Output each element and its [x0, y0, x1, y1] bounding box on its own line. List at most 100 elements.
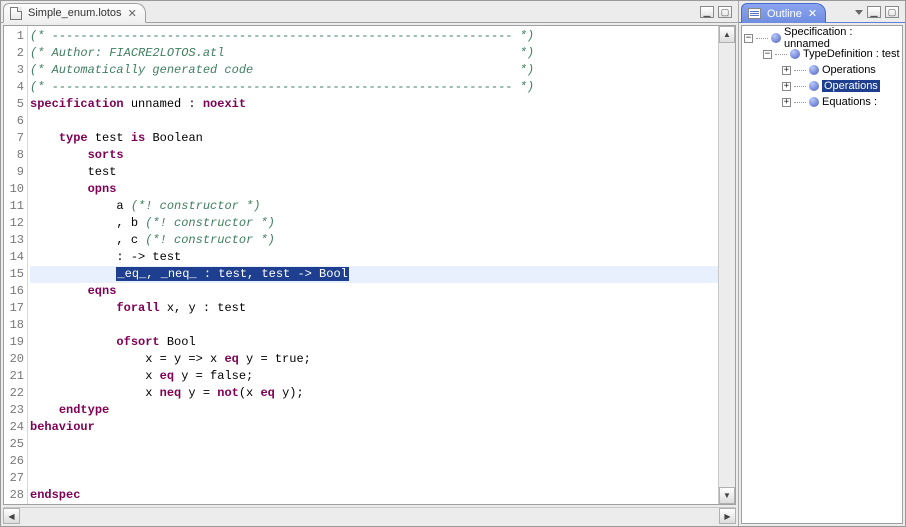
line-number: 18 [4, 317, 24, 334]
close-icon[interactable]: ✕ [128, 7, 137, 20]
line-number: 2 [4, 45, 24, 62]
node-icon [771, 33, 781, 43]
code-line[interactable]: opns [30, 181, 718, 198]
maximize-button[interactable]: ▢ [718, 6, 732, 18]
scroll-right-icon[interactable]: ▶ [719, 508, 736, 524]
code-line[interactable]: , c (*! constructor *) [30, 232, 718, 249]
code-line[interactable]: (* -------------------------------------… [30, 28, 718, 45]
line-number: 3 [4, 62, 24, 79]
code-line[interactable]: behaviour [30, 419, 718, 436]
expand-icon[interactable]: + [782, 66, 791, 75]
code-line[interactable] [30, 453, 718, 470]
line-number: 23 [4, 402, 24, 419]
line-number: 25 [4, 436, 24, 453]
tree-label[interactable]: Operations [822, 64, 876, 76]
line-number: 24 [4, 419, 24, 436]
tree-label[interactable]: TypeDefinition : test [803, 48, 900, 60]
editor-tab-title: Simple_enum.lotos [28, 7, 122, 19]
scroll-down-icon[interactable]: ▼ [719, 487, 735, 504]
editor-body: 1234567891011121314151617181920212223242… [3, 25, 736, 505]
line-number: 5 [4, 96, 24, 113]
collapse-icon[interactable]: − [763, 50, 772, 59]
code-line[interactable]: _eq_, _neq_ : test, test -> Bool [30, 266, 718, 283]
line-number: 26 [4, 453, 24, 470]
code-line[interactable]: specification unnamed : noexit [30, 96, 718, 113]
tree-label[interactable]: Operations [822, 80, 880, 92]
outline-icon [748, 8, 761, 19]
code-line[interactable]: type test is Boolean [30, 130, 718, 147]
outline-tab-bar: Outline ✕ ▁ ▢ [739, 1, 905, 23]
expand-icon[interactable]: + [782, 98, 791, 107]
line-number: 10 [4, 181, 24, 198]
code-line[interactable]: a (*! constructor *) [30, 198, 718, 215]
line-number: 27 [4, 470, 24, 487]
minimize-button[interactable]: ▁ [867, 6, 881, 18]
code-line[interactable]: (* Author: FIACRE2LOTOS.atl *) [30, 45, 718, 62]
code-line[interactable]: , b (*! constructor *) [30, 215, 718, 232]
scroll-track[interactable] [719, 43, 735, 487]
line-number: 1 [4, 28, 24, 45]
code-line[interactable]: ofsort Bool [30, 334, 718, 351]
tree-row[interactable]: + Equations : [744, 94, 900, 110]
code-line[interactable] [30, 317, 718, 334]
code-line[interactable]: (* -------------------------------------… [30, 79, 718, 96]
tree-row[interactable]: + Operations [744, 62, 900, 78]
code-line[interactable] [30, 470, 718, 487]
horizontal-scrollbar[interactable]: ◀ ▶ [3, 507, 736, 524]
tree-row[interactable]: + Operations [744, 78, 900, 94]
scroll-left-icon[interactable]: ◀ [3, 508, 20, 524]
code-line[interactable]: eqns [30, 283, 718, 300]
outline-tab[interactable]: Outline ✕ [741, 3, 826, 23]
line-number: 6 [4, 113, 24, 130]
file-icon [10, 7, 22, 20]
editor-tab-controls: ▁ ▢ [700, 2, 738, 22]
node-icon [809, 81, 819, 91]
line-number: 21 [4, 368, 24, 385]
tree-row[interactable]: −Specification : unnamed [744, 30, 900, 46]
code-line[interactable]: x neq y = not(x eq y); [30, 385, 718, 402]
outline-tree: −Specification : unnamed−TypeDefinition … [741, 25, 903, 524]
line-number: 13 [4, 232, 24, 249]
code-line[interactable]: : -> test [30, 249, 718, 266]
collapse-icon[interactable]: − [744, 34, 753, 43]
line-number: 15 [4, 266, 24, 283]
code-line[interactable]: endspec [30, 487, 718, 504]
node-icon [809, 65, 819, 75]
code-line[interactable]: x = y => x eq y = true; [30, 351, 718, 368]
line-number: 8 [4, 147, 24, 164]
line-number: 16 [4, 283, 24, 300]
tree-label[interactable]: Equations : [822, 96, 877, 108]
maximize-button[interactable]: ▢ [885, 6, 899, 18]
line-number: 9 [4, 164, 24, 181]
code-line[interactable]: x eq y = false; [30, 368, 718, 385]
line-number: 12 [4, 215, 24, 232]
line-number: 19 [4, 334, 24, 351]
code-line[interactable]: endtype [30, 402, 718, 419]
line-number: 17 [4, 300, 24, 317]
code-area[interactable]: (* -------------------------------------… [28, 26, 718, 504]
node-icon [790, 49, 800, 59]
minimize-button[interactable]: ▁ [700, 6, 714, 18]
tree-label[interactable]: Specification : unnamed [784, 26, 900, 50]
close-icon[interactable]: ✕ [808, 7, 817, 20]
outline-tab-title: Outline [767, 8, 802, 20]
tree-row[interactable]: − TypeDefinition : test [744, 46, 900, 62]
outline-pane: Outline ✕ ▁ ▢ −Specification : unnamed−T… [738, 1, 905, 526]
vertical-scrollbar[interactable]: ▲ ▼ [718, 26, 735, 504]
editor-tab-bar: Simple_enum.lotos ✕ ▁ ▢ [1, 1, 738, 23]
scroll-track[interactable] [20, 508, 719, 524]
outline-controls: ▁ ▢ [855, 2, 905, 22]
editor-tab[interactable]: Simple_enum.lotos ✕ [3, 3, 146, 23]
expand-icon[interactable]: + [782, 82, 791, 91]
scroll-up-icon[interactable]: ▲ [719, 26, 735, 43]
code-line[interactable]: sorts [30, 147, 718, 164]
code-line[interactable] [30, 436, 718, 453]
code-line[interactable]: (* Automatically generated code *) [30, 62, 718, 79]
code-line[interactable]: test [30, 164, 718, 181]
code-line[interactable]: forall x, y : test [30, 300, 718, 317]
node-icon [809, 97, 819, 107]
editor-pane: Simple_enum.lotos ✕ ▁ ▢ 1234567891011121… [1, 1, 738, 526]
view-menu-icon[interactable] [855, 10, 863, 15]
line-gutter: 1234567891011121314151617181920212223242… [4, 26, 28, 504]
code-line[interactable] [30, 113, 718, 130]
